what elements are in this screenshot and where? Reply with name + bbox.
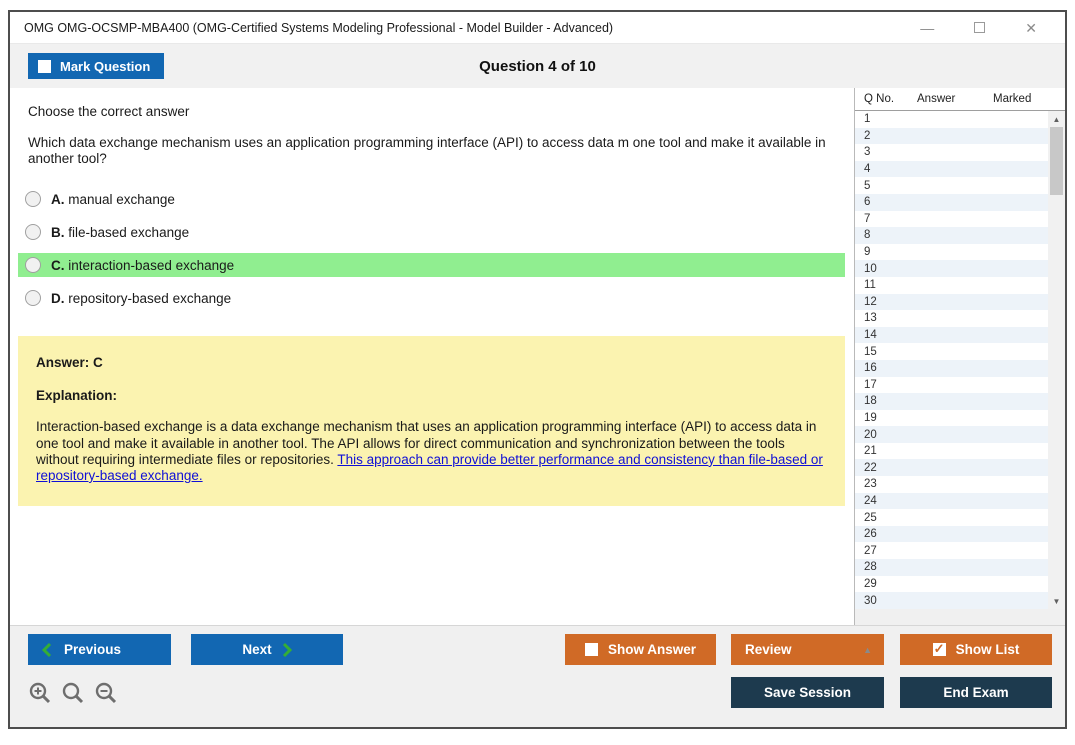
question-list-row[interactable]: 9 bbox=[855, 243, 1048, 261]
mark-question-checkbox[interactable] bbox=[38, 59, 51, 73]
window-title: OMG OMG-OCSMP-MBA400 (OMG-Certified Syst… bbox=[24, 20, 614, 35]
chevron-right-icon bbox=[282, 642, 292, 657]
explanation-label: Explanation: bbox=[36, 388, 118, 404]
instruction-text: Choose the correct answer bbox=[28, 104, 190, 119]
answer-options: A. manual exchange B. file-based exchang… bbox=[18, 187, 845, 310]
chevron-left-icon bbox=[42, 642, 52, 657]
question-list-row[interactable]: 28 bbox=[855, 559, 1048, 576]
sidebar-filler bbox=[855, 609, 1065, 625]
question-list-row[interactable]: 6 bbox=[855, 193, 1048, 211]
previous-button[interactable]: Previous bbox=[28, 634, 171, 665]
option-label: C. interaction-based exchange bbox=[51, 257, 235, 273]
maximize-icon[interactable] bbox=[974, 21, 986, 35]
end-exam-button[interactable]: End Exam bbox=[900, 677, 1052, 708]
window-controls: — ✕ bbox=[920, 21, 1065, 35]
question-panel: Choose the correct answer Which data exc… bbox=[10, 88, 854, 625]
question-list-row[interactable]: 19 bbox=[855, 409, 1048, 427]
scroll-down-icon[interactable]: ▼ bbox=[1048, 593, 1065, 609]
radio-icon[interactable] bbox=[25, 290, 41, 307]
question-list-row[interactable]: 7 bbox=[855, 210, 1048, 228]
title-bar: OMG OMG-OCSMP-MBA400 (OMG-Certified Syst… bbox=[10, 12, 1065, 44]
show-list-checkbox[interactable] bbox=[932, 641, 946, 657]
question-list-row[interactable]: 18 bbox=[855, 393, 1048, 410]
option-label: B. file-based exchange bbox=[51, 224, 190, 240]
radio-icon[interactable] bbox=[25, 257, 41, 274]
question-list-row[interactable]: 2 bbox=[855, 127, 1048, 145]
show-answer-checkbox[interactable] bbox=[584, 643, 598, 656]
radio-icon[interactable] bbox=[25, 191, 41, 208]
minimize-icon[interactable]: — bbox=[920, 21, 934, 35]
col-answer: Answer bbox=[917, 93, 956, 105]
question-list-row[interactable]: 1 bbox=[855, 111, 1048, 128]
review-button[interactable]: Review ▲ bbox=[731, 634, 884, 665]
question-list-row[interactable]: 16 bbox=[855, 359, 1048, 377]
scrollbar[interactable]: ▲ ▼ bbox=[1048, 111, 1065, 609]
question-list-row[interactable]: 26 bbox=[855, 525, 1048, 543]
question-list-row[interactable]: 20 bbox=[855, 426, 1048, 443]
save-session-button[interactable]: Save Session bbox=[731, 677, 884, 708]
question-list-row[interactable]: 30 bbox=[855, 592, 1048, 609]
zoom-reset-icon[interactable] bbox=[61, 681, 85, 705]
question-list-row[interactable]: 24 bbox=[855, 492, 1048, 510]
next-button[interactable]: Next bbox=[191, 634, 343, 665]
answer-label: Answer: C bbox=[36, 355, 103, 371]
option-label: A. manual exchange bbox=[51, 191, 175, 207]
zoom-out-icon[interactable] bbox=[94, 681, 118, 705]
question-list-row[interactable]: 4 bbox=[855, 160, 1048, 178]
question-list-row[interactable]: 8 bbox=[855, 227, 1048, 244]
main-area: Choose the correct answer Which data exc… bbox=[10, 88, 1065, 625]
question-list-sidebar: Q No. Answer Marked 1 2 3 4 5 6 7 8 9 10 11 12 13 14 1… bbox=[854, 88, 1065, 625]
caret-up-icon: ▲ bbox=[863, 644, 872, 655]
option-d[interactable]: D. repository-based exchange bbox=[18, 286, 845, 310]
zoom-tools bbox=[28, 681, 118, 705]
explanation-box: Answer: C Explanation: Interaction-based… bbox=[18, 336, 845, 507]
mark-question-button[interactable]: Mark Question bbox=[28, 53, 165, 79]
question-list-row[interactable]: 10 bbox=[855, 260, 1048, 277]
mark-question-label: Mark Question bbox=[60, 58, 151, 74]
col-qno: Q No. bbox=[864, 93, 895, 105]
option-b[interactable]: B. file-based exchange bbox=[18, 220, 845, 244]
question-list-row[interactable]: 13 bbox=[855, 310, 1048, 327]
col-marked: Marked bbox=[993, 93, 1032, 105]
question-rows: 1 2 3 4 5 6 7 8 9 10 11 12 13 14 15 16 17 18 19 20 21 22 23 24 2… bbox=[855, 111, 1048, 609]
question-list-row[interactable]: 25 bbox=[855, 509, 1048, 526]
radio-icon[interactable] bbox=[25, 224, 41, 241]
show-list-button[interactable]: Show List bbox=[900, 634, 1052, 665]
question-list-row[interactable]: 3 bbox=[855, 144, 1048, 161]
option-a[interactable]: A. manual exchange bbox=[18, 187, 845, 211]
question-list-row[interactable]: 29 bbox=[855, 575, 1048, 593]
question-list-row[interactable]: 5 bbox=[855, 177, 1048, 194]
close-icon[interactable]: ✕ bbox=[1025, 21, 1037, 35]
zoom-in-icon[interactable] bbox=[28, 681, 52, 705]
question-list-row[interactable]: 14 bbox=[855, 326, 1048, 344]
scrollbar-thumb[interactable] bbox=[1050, 127, 1063, 195]
question-list-row[interactable]: 17 bbox=[855, 376, 1048, 394]
question-text: Which data exchange mechanism uses an ap… bbox=[28, 135, 826, 167]
scroll-up-icon[interactable]: ▲ bbox=[1048, 111, 1065, 127]
question-list-row[interactable]: 12 bbox=[855, 293, 1048, 311]
explanation-text: Interaction-based exchange is a data exc… bbox=[36, 419, 823, 483]
question-list-row[interactable]: 23 bbox=[855, 476, 1048, 493]
question-list-row[interactable]: 27 bbox=[855, 542, 1048, 560]
question-list-row[interactable]: 11 bbox=[855, 276, 1048, 294]
option-label: D. repository-based exchange bbox=[51, 290, 232, 306]
question-list-header: Q No. Answer Marked bbox=[855, 88, 1065, 111]
question-counter: Question 4 of 10 bbox=[479, 57, 596, 75]
question-list: 1 2 3 4 5 6 7 8 9 10 11 12 13 14 15 16 17 18 19 20 21 22 23 24 2… bbox=[855, 111, 1065, 609]
show-answer-button[interactable]: Show Answer bbox=[565, 634, 716, 665]
app-window: OMG OMG-OCSMP-MBA400 (OMG-Certified Syst… bbox=[8, 10, 1067, 729]
question-header-bar: Mark Question Question 4 of 10 bbox=[10, 44, 1065, 88]
question-list-row[interactable]: 22 bbox=[855, 459, 1048, 477]
bottom-toolbar: Previous Next Show Answer Review ▲ Show … bbox=[10, 625, 1065, 727]
question-list-row[interactable]: 15 bbox=[855, 343, 1048, 360]
option-c[interactable]: C. interaction-based exchange bbox=[18, 253, 845, 278]
question-list-row[interactable]: 21 bbox=[855, 442, 1048, 460]
